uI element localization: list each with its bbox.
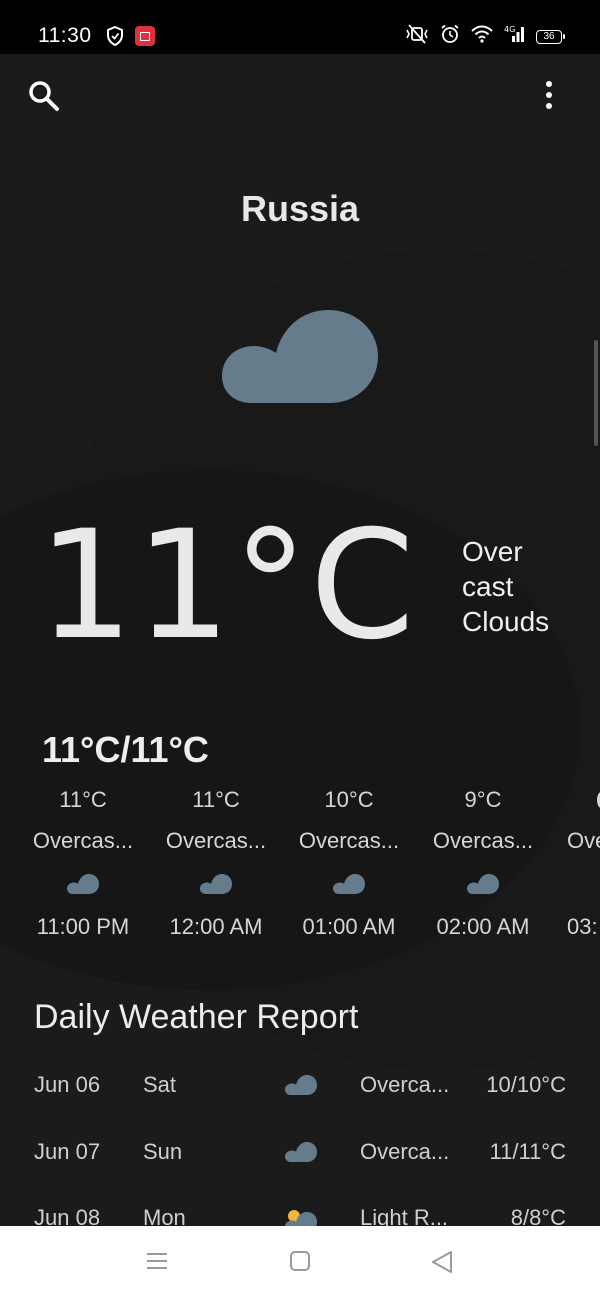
daily-row[interactable]: Jun 06 Sat Overca... 10/10°C <box>0 1066 600 1106</box>
hourly-forecast[interactable]: 11°C Overcas... 11:00 PM 11°C Overcas...… <box>0 782 600 952</box>
description-line: Over <box>462 536 523 567</box>
daily-day: Sun <box>143 1139 183 1164</box>
cloud-icon <box>220 306 380 411</box>
hourly-item[interactable]: 11°C Overcas... 12:00 AM <box>156 782 276 950</box>
daily-temp: 10/10°C <box>486 1072 566 1097</box>
weather-screen: 11:30 4G 36 Russia 11°C Over cast Clouds… <box>0 0 600 1300</box>
battery-icon: 36 <box>536 29 565 44</box>
description-line: Clouds <box>462 606 550 637</box>
screen-record-icon <box>135 26 155 46</box>
hourly-temp: 10°C <box>324 787 374 812</box>
hourly-desc: Overcas... <box>32 828 134 853</box>
hourly-time: 01:00 AM <box>302 914 396 939</box>
cellular-signal-icon: 4G <box>504 24 526 49</box>
svg-text:4G: 4G <box>504 25 515 34</box>
vibrate-mute-icon <box>404 24 430 49</box>
system-nav-bar <box>0 1226 600 1300</box>
hourly-item[interactable]: 9°C Overcas... 02:00 AM <box>423 782 543 950</box>
hourly-icon-placeholder <box>557 864 600 904</box>
home-icon[interactable] <box>289 1250 311 1277</box>
more-options-button[interactable] <box>540 78 558 114</box>
hourly-desc: Overcas... <box>432 828 534 853</box>
hourly-item[interactable]: Ove 03: <box>557 782 600 950</box>
status-bar: 11:30 4G 36 <box>0 0 600 54</box>
scrollbar[interactable] <box>594 340 598 446</box>
daily-temp: 11/11°C <box>489 1139 566 1164</box>
hourly-item[interactable]: 10°C Overcas... 01:00 AM <box>289 782 409 950</box>
daily-desc: Overca... <box>360 1139 450 1164</box>
daily-report-title: Daily Weather Report <box>34 998 359 1036</box>
alarm-icon <box>440 24 460 49</box>
hourly-desc: Overcas... <box>298 828 400 853</box>
cloud-icon <box>156 864 276 904</box>
back-icon[interactable] <box>430 1250 454 1279</box>
hourly-time: 02:00 AM <box>436 914 530 939</box>
daily-day: Sat <box>143 1072 177 1097</box>
menu-icon[interactable] <box>146 1250 168 1277</box>
hourly-item[interactable]: 11°C Overcas... 11:00 PM <box>23 782 143 950</box>
more-vert-icon <box>546 81 552 109</box>
cloud-icon <box>423 864 543 904</box>
hourly-temp <box>557 782 600 818</box>
cloud-icon <box>23 864 143 904</box>
shield-icon <box>106 25 124 51</box>
daily-desc: Overca... <box>360 1072 450 1097</box>
daily-date: Jun 06 <box>34 1072 101 1097</box>
hourly-time: 12:00 AM <box>169 914 263 939</box>
search-icon <box>29 81 59 111</box>
daily-date: Jun 07 <box>34 1139 101 1164</box>
cloud-icon <box>284 1074 318 1102</box>
current-description: Over cast Clouds <box>462 534 582 639</box>
description-line: cast <box>462 571 514 602</box>
daily-row[interactable]: Jun 07 Sun Overca... 11/11°C <box>0 1133 600 1173</box>
status-icons: 4G 36 <box>404 24 565 49</box>
min-max-temperature: 11°C/11°C <box>42 729 209 770</box>
wifi-icon <box>470 24 494 49</box>
hourly-time: 03: <box>567 914 598 939</box>
hourly-temp: 11°C <box>192 787 240 812</box>
hourly-time: 11:00 PM <box>36 914 130 939</box>
hourly-temp: 9°C <box>464 787 502 812</box>
cloud-icon <box>284 1141 318 1169</box>
search-button[interactable] <box>26 78 62 114</box>
status-time: 11:30 <box>38 24 92 47</box>
hourly-desc: Ove <box>567 828 600 853</box>
city-name: Russia <box>240 188 360 229</box>
hourly-desc: Overcas... <box>165 828 267 853</box>
hourly-temp: 11°C <box>59 787 107 812</box>
cloud-icon <box>289 864 409 904</box>
current-temperature: 11°C <box>38 499 417 673</box>
